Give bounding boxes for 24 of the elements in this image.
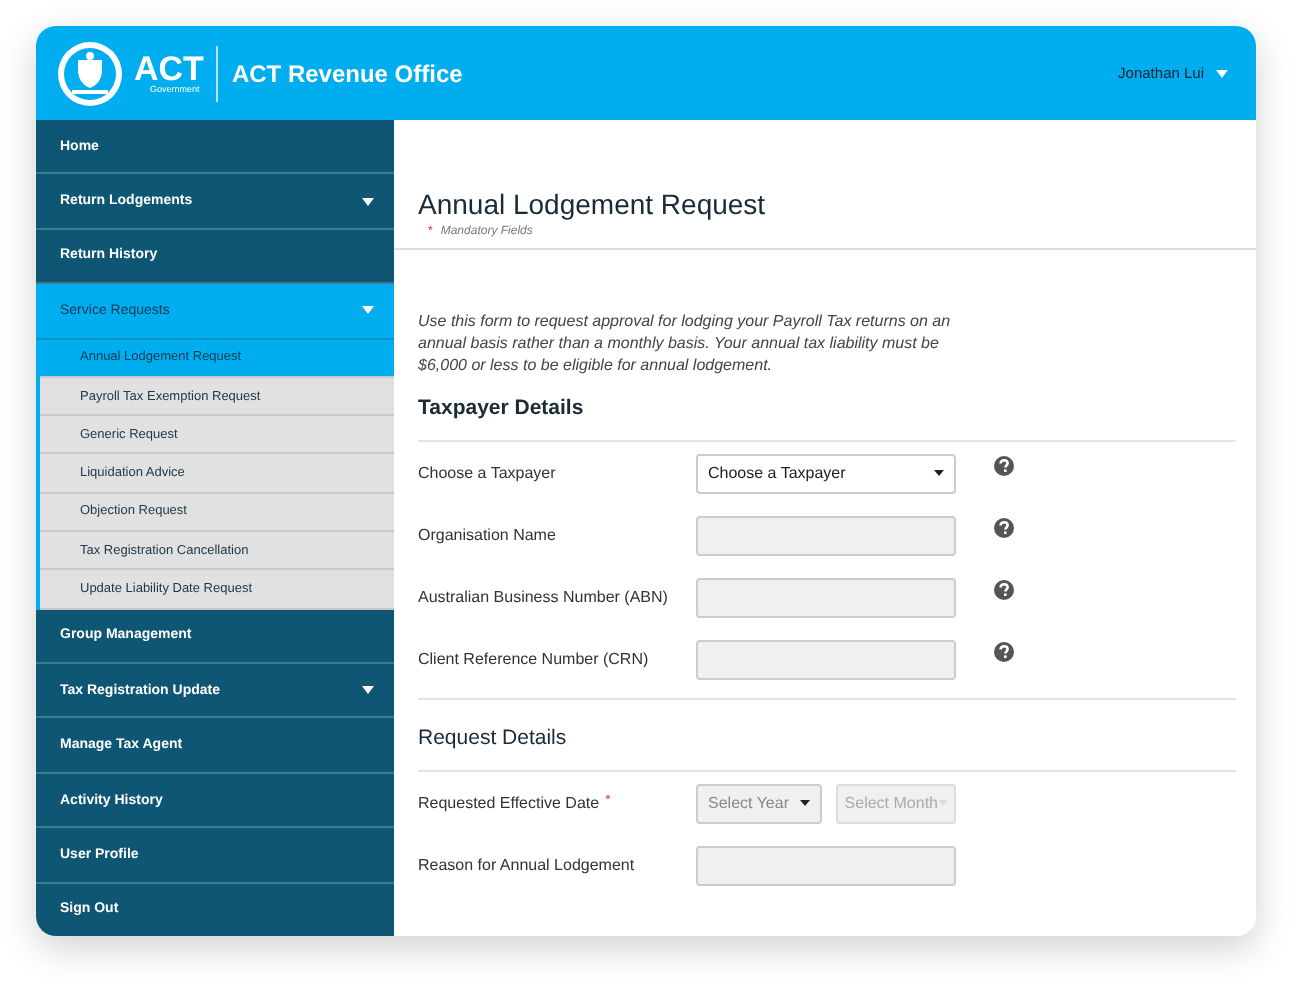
field-label: Choose a Taxpayer bbox=[418, 464, 556, 482]
caret-icon bbox=[934, 470, 944, 476]
help-icon[interactable] bbox=[994, 517, 1014, 537]
field-label: Requested Effective Date bbox=[418, 794, 600, 812]
page-title: Annual Lodgement Request bbox=[418, 188, 768, 220]
field-label: Organisation Name bbox=[418, 526, 556, 544]
caret-icon bbox=[1216, 69, 1228, 77]
caret-icon bbox=[362, 686, 374, 695]
help-icon[interactable] bbox=[994, 455, 1014, 475]
section-heading: Taxpayer Details bbox=[418, 376, 1236, 442]
select-field[interactable]: Choose a Taxpayer bbox=[696, 453, 956, 493]
caret-icon bbox=[800, 800, 811, 806]
caret-icon bbox=[362, 197, 374, 206]
field-label: Australian Business Number (ABN) bbox=[418, 588, 668, 606]
intro-paragraph: Use this form to request approval for lodging your Payroll Tax returns on an annual basis rather than a monthly basis. Your annual tax liability must be $6,000 or less to be eligible for annual lodgement. bbox=[418, 310, 953, 376]
help-icon[interactable] bbox=[994, 641, 1014, 661]
field-label: Client Reference Number (CRN) bbox=[418, 650, 649, 668]
caret-icon bbox=[362, 306, 374, 315]
emblem-icon bbox=[56, 39, 124, 107]
site-title: ACT Revenue Office bbox=[231, 59, 463, 87]
logo-wordmark: ACT bbox=[134, 51, 204, 86]
section-heading: Request Details bbox=[418, 700, 1236, 772]
help-icon[interactable] bbox=[994, 579, 1014, 599]
field-label: Reason for Annual Lodgement bbox=[418, 856, 635, 874]
